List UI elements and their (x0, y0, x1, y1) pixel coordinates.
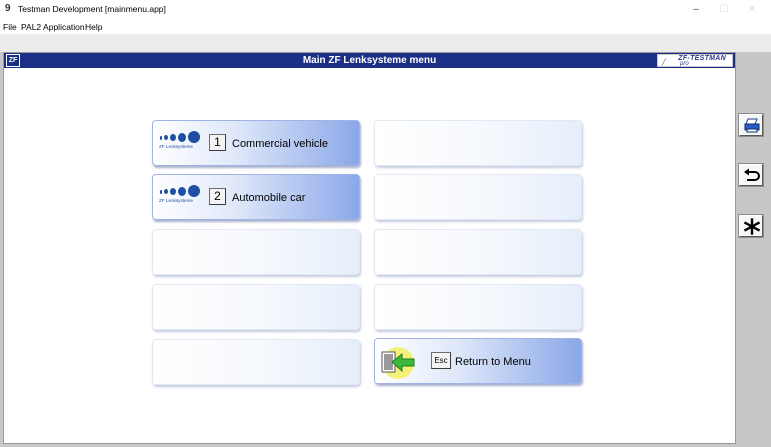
menu-tile-empty (152, 284, 360, 330)
brand-swoosh-icon: ╱ (662, 60, 666, 66)
brand-edition: pro (680, 61, 689, 67)
close-button[interactable]: ✕ (739, 1, 765, 19)
print-button[interactable] (738, 113, 764, 137)
menu-help[interactable]: Help (85, 21, 102, 33)
menu-tile-empty (374, 284, 582, 330)
menu-file[interactable]: File (3, 21, 17, 33)
menu-bar: File PAL2 Application Help (0, 20, 771, 34)
hotkey-1: 1 (209, 134, 226, 151)
menu-tile-empty (152, 229, 360, 275)
zf-lenksysteme-logo: ZF Lenksysteme (159, 129, 205, 153)
menu-tile-return-to-menu[interactable]: Esc Return to Menu (374, 338, 582, 384)
page-title: Main ZF Lenksysteme menu (302, 55, 437, 66)
menu-tile-empty (152, 339, 360, 385)
logo-text: ZF Lenksysteme (159, 198, 193, 203)
zf-testman-brand-logo: ZF-TESTMAN ╱ pro (657, 54, 733, 67)
back-button[interactable] (738, 163, 764, 187)
menu-panel (3, 52, 736, 444)
hotkey-2: 2 (209, 188, 226, 205)
menu-tile-commercial-vehicle[interactable]: ZF Lenksysteme 1 Commercial vehicle (152, 120, 360, 166)
minimize-button[interactable]: – (683, 1, 709, 19)
menu-tile-automobile-car[interactable]: ZF Lenksysteme 2 Automobile car (152, 174, 360, 220)
menu-tile-empty (374, 120, 582, 166)
menu-tile-empty (374, 229, 582, 275)
toolbar-strip (0, 34, 771, 52)
tile-label: Return to Menu (455, 356, 531, 368)
printer-icon (744, 118, 760, 133)
menu-tile-empty (374, 174, 582, 220)
menu-pal2-application[interactable]: PAL2 Application (21, 21, 85, 33)
menu-header: ZF Main ZF Lenksysteme menu ZF-TESTMAN ╱… (4, 53, 735, 68)
zf-lenksysteme-logo: ZF Lenksysteme (159, 183, 205, 207)
return-arrow-icon (744, 168, 760, 181)
hotkey-esc: Esc (431, 352, 451, 369)
app-icon: 𝟗 (5, 3, 11, 14)
special-function-button[interactable] (738, 214, 764, 238)
tile-label: Automobile car (232, 192, 306, 204)
return-exit-icon (381, 347, 415, 379)
maximize-button[interactable]: ☐ (711, 1, 737, 19)
asterisk-icon (743, 218, 761, 235)
logo-text: ZF Lenksysteme (159, 144, 193, 149)
window-title-bar: 𝟗 Testman Development [mainmenu.app] – ☐… (0, 0, 771, 20)
window-title: Testman Development [mainmenu.app] (18, 4, 166, 14)
tile-label: Commercial vehicle (232, 138, 328, 150)
